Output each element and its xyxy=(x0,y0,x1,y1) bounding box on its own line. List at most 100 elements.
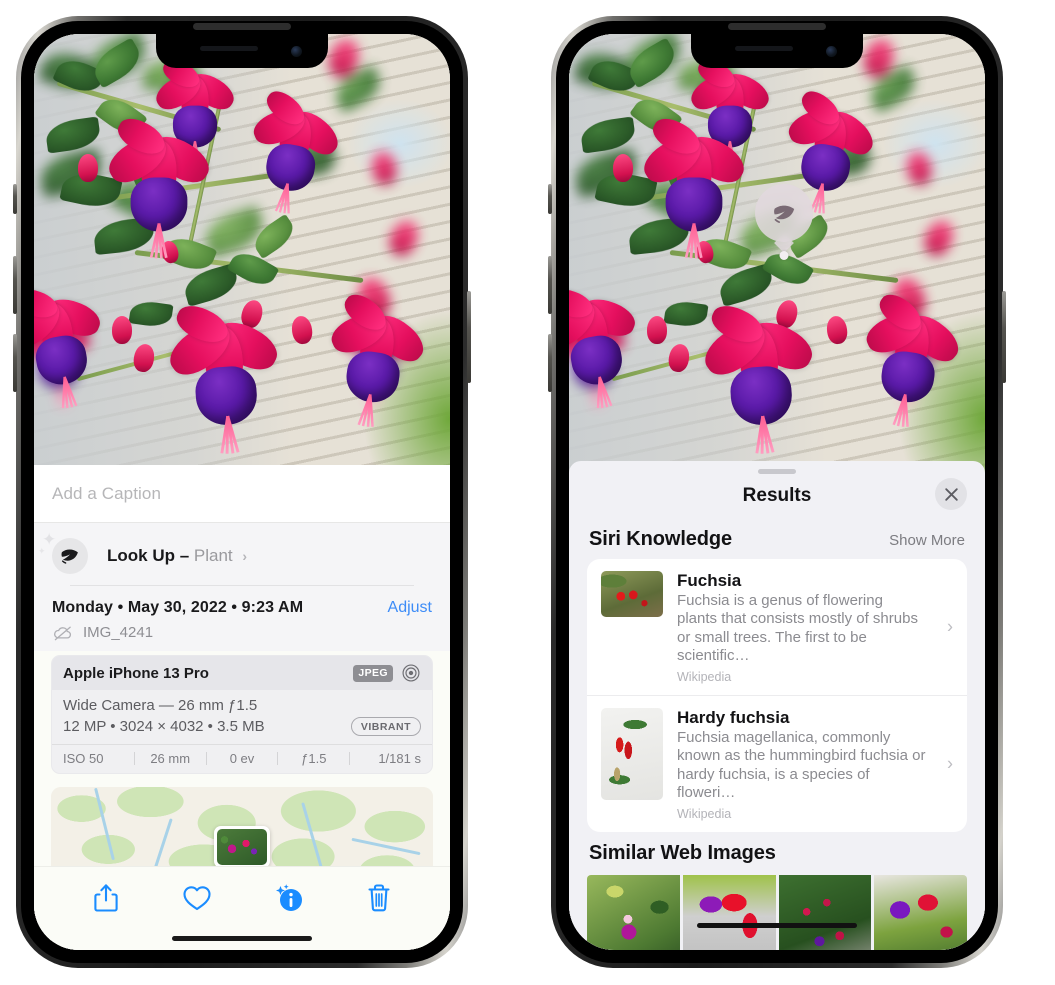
share-button[interactable] xyxy=(60,883,151,913)
power-button[interactable] xyxy=(467,291,471,383)
sparkle-small-icon: ✦ xyxy=(38,546,46,556)
camera-model: Apple iPhone 13 Pro xyxy=(63,664,209,682)
favorite-button[interactable] xyxy=(151,884,242,912)
stat-exposure: 0 ev xyxy=(229,751,255,766)
web-image-thumbnail[interactable] xyxy=(587,875,680,950)
flower-bottom-right xyxy=(314,288,435,427)
web-image-thumbnail[interactable] xyxy=(874,875,967,950)
phone-right: Results Siri Knowledge Show More Fuchsia… xyxy=(548,16,1006,968)
siri-knowledge-title: Siri Knowledge xyxy=(589,528,733,550)
siri-knowledge-card: Fuchsia Fuchsia is a genus of flowering … xyxy=(587,559,967,833)
phone-left: Add a Caption ✦ ✦ Look Up – Plant › Mond… xyxy=(13,16,471,968)
volume-up-button[interactable] xyxy=(13,256,17,314)
knowledge-title: Hardy fuchsia xyxy=(677,708,790,728)
flower-right xyxy=(236,85,351,214)
exif-card[interactable]: Apple iPhone 13 Pro JPEG Wide Camera — 2… xyxy=(51,655,433,774)
notch xyxy=(156,34,328,68)
look-up-subject: Plant xyxy=(193,546,233,565)
results-header: Results xyxy=(569,474,985,518)
visual-look-up-badge[interactable] xyxy=(755,184,813,260)
info-button[interactable] xyxy=(242,882,333,914)
share-icon xyxy=(93,883,118,912)
close-icon xyxy=(944,487,958,501)
siri-knowledge-header: Siri Knowledge Show More xyxy=(569,518,985,559)
aperture-icon xyxy=(402,664,420,682)
exif-header: Apple iPhone 13 Pro JPEG xyxy=(52,656,432,690)
web-image-thumbnail[interactable] xyxy=(778,875,872,950)
close-button[interactable] xyxy=(935,478,967,510)
look-up-separator: – xyxy=(175,546,194,565)
volume-down-button[interactable] xyxy=(548,334,552,392)
show-more-button[interactable]: Show More xyxy=(889,532,965,549)
file-name: IMG_4241 xyxy=(83,624,154,641)
knowledge-description: Fuchsia is a genus of flowering plants t… xyxy=(677,592,918,664)
trash-icon xyxy=(367,883,390,911)
front-camera xyxy=(291,46,302,57)
knowledge-source: Wikipedia xyxy=(677,670,732,685)
date-block: Monday • May 30, 2022 • 9:23 AM Adjust I… xyxy=(34,586,450,651)
results-title: Results xyxy=(742,485,812,506)
home-indicator[interactable] xyxy=(697,923,857,928)
volume-down-button[interactable] xyxy=(13,334,17,392)
notch-speaker xyxy=(735,46,793,51)
map-pin-thumbnail xyxy=(217,829,267,865)
knowledge-row[interactable]: Fuchsia Fuchsia is a genus of flowering … xyxy=(587,559,967,695)
results-sheet: Results Siri Knowledge Show More Fuchsia… xyxy=(569,461,985,950)
notch-speaker xyxy=(200,46,258,51)
phone-right-screen: Results Siri Knowledge Show More Fuchsia… xyxy=(569,34,985,950)
exif-stats-row: ISO 50 26 mm 0 ev ƒ1.5 1/181 s xyxy=(52,744,432,773)
lens-info: Wide Camera — 26 mm ƒ1.5 xyxy=(63,697,258,714)
front-camera xyxy=(826,46,837,57)
chevron-right-icon: › xyxy=(947,753,953,774)
phone-left-bezel: Add a Caption ✦ ✦ Look Up – Plant › Mond… xyxy=(21,21,463,963)
info-sparkle-icon xyxy=(275,883,302,911)
earpiece-speaker xyxy=(728,23,826,30)
flower-bottom xyxy=(158,299,291,454)
heart-icon xyxy=(182,885,211,910)
similar-web-images-header: Similar Web Images xyxy=(569,832,985,869)
knowledge-title: Fuchsia xyxy=(677,571,742,590)
mute-switch[interactable] xyxy=(548,184,552,214)
volume-up-button[interactable] xyxy=(548,256,552,314)
badge-circle xyxy=(755,184,813,242)
caption-field-row[interactable]: Add a Caption xyxy=(34,465,450,523)
badge-pointer-dot xyxy=(779,251,789,260)
delete-button[interactable] xyxy=(333,883,424,913)
chevron-right-icon: › xyxy=(947,616,953,637)
leaf-icon xyxy=(773,205,794,223)
stat-iso: ISO 50 xyxy=(63,751,104,766)
adjust-button[interactable]: Adjust xyxy=(388,599,432,617)
knowledge-row[interactable]: Hardy fuchsia Fuchsia magellanica, commo… xyxy=(587,695,967,832)
phone-left-screen: Add a Caption ✦ ✦ Look Up – Plant › Mond… xyxy=(34,34,450,950)
home-indicator[interactable] xyxy=(172,936,312,941)
image-specs: 12 MP • 3024 × 4032 • 3.5 MB xyxy=(63,718,265,735)
exif-body: Wide Camera — 26 mm ƒ1.5 12 MP • 3024 × … xyxy=(52,690,432,744)
caption-placeholder: Add a Caption xyxy=(52,483,162,503)
knowledge-source: Wikipedia xyxy=(677,807,732,822)
similar-web-images-title: Similar Web Images xyxy=(589,842,776,865)
photographic-style-badge: VIBRANT xyxy=(350,717,421,736)
map-photo-pin[interactable] xyxy=(214,826,270,868)
stat-focal: 26 mm xyxy=(150,751,191,766)
flower-left-edge xyxy=(34,284,119,409)
similar-web-images-grid xyxy=(587,875,967,950)
look-up-title: Look Up xyxy=(107,546,175,565)
stat-shutter: 1/181 s xyxy=(378,751,421,766)
stat-aperture: ƒ1.5 xyxy=(301,751,327,766)
knowledge-thumbnail xyxy=(601,708,663,801)
format-badge: JPEG xyxy=(353,664,393,682)
phone-right-bezel: Results Siri Knowledge Show More Fuchsia… xyxy=(556,21,998,963)
power-button[interactable] xyxy=(1002,291,1006,383)
look-up-label: Look Up – Plant › xyxy=(107,546,247,566)
icloud-slash-icon xyxy=(54,626,72,640)
knowledge-thumbnail xyxy=(601,571,663,617)
photo-info-sheet: Add a Caption ✦ ✦ Look Up – Plant › Mond… xyxy=(34,465,450,950)
web-image-thumbnail[interactable] xyxy=(682,875,776,950)
mute-switch[interactable] xyxy=(13,184,17,214)
photo-date: Monday • May 30, 2022 • 9:23 AM xyxy=(52,599,304,616)
leaf-icon xyxy=(61,549,78,564)
earpiece-speaker xyxy=(193,23,291,30)
look-up-badge: ✦ ✦ xyxy=(38,531,88,574)
look-up-row[interactable]: ✦ ✦ Look Up – Plant › xyxy=(34,523,450,586)
chevron-right-icon: › xyxy=(242,548,248,564)
